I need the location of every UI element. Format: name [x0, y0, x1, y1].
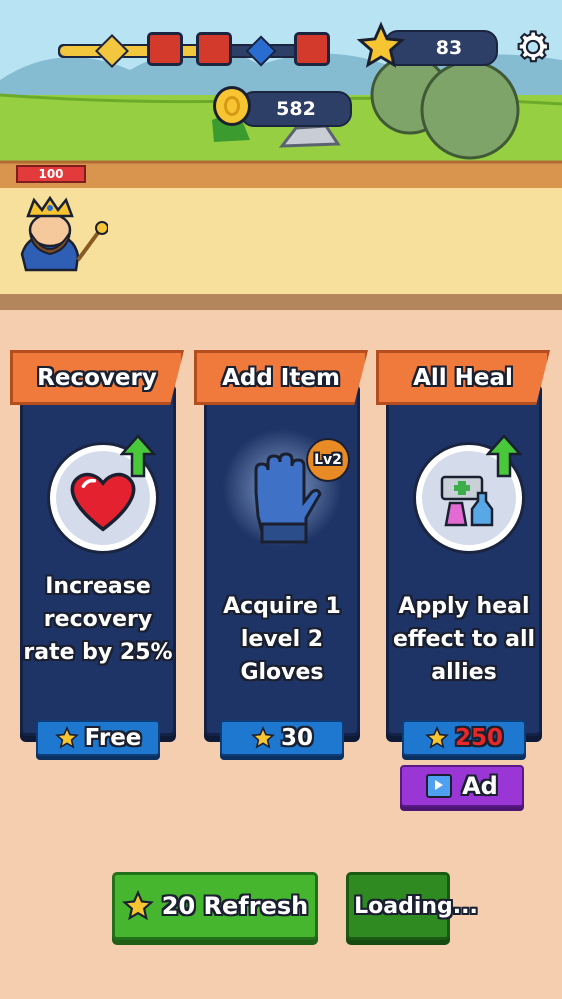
card-title-tab: Recovery — [10, 350, 184, 405]
card-price-button[interactable]: 30 — [220, 720, 344, 756]
refresh-button[interactable]: 20 Refresh — [112, 872, 318, 940]
card-title-tab: All Heal — [376, 350, 550, 405]
star-icon — [356, 21, 406, 68]
settings-button[interactable] — [512, 26, 554, 68]
card-description: Apply heal effect to all allies — [392, 594, 536, 685]
upgrade-card-add-item[interactable]: Add Item Lv2 Acquire 1 level 2 Gloves 30 — [194, 350, 368, 756]
refresh-label: 20 Refresh — [161, 892, 309, 920]
coins-counter: 582 — [240, 91, 352, 127]
level-badge: Lv2 — [306, 438, 350, 482]
coin-icon — [213, 86, 251, 126]
star-icon — [425, 726, 449, 749]
treasure-chest-icon — [294, 32, 330, 66]
upgrade-arrow-icon — [120, 434, 156, 478]
card-price: 30 — [280, 725, 313, 751]
upgrade-card-recovery[interactable]: Recovery Increase recovery rate by 25% F… — [10, 350, 184, 756]
king-icon — [20, 195, 109, 272]
coins-count: 582 — [276, 98, 316, 120]
star-icon — [121, 890, 154, 921]
ad-label: Ad — [462, 772, 498, 800]
king-hero — [18, 194, 109, 278]
hero-health-bar: 100 — [16, 165, 86, 183]
treasure-chest-icon — [147, 32, 183, 66]
upgrade-arrow-icon — [486, 434, 522, 478]
treasure-chest-icon — [196, 32, 232, 66]
card-title: Add Item — [222, 364, 340, 391]
card-price-button[interactable]: Free — [36, 720, 160, 756]
card-price: Free — [84, 725, 142, 751]
star-icon — [251, 726, 275, 749]
loading-label: Loading... — [354, 893, 478, 919]
gear-icon — [517, 30, 550, 63]
card-title: Recovery — [37, 364, 157, 391]
video-icon — [426, 774, 453, 798]
card-price-button[interactable]: 250 — [402, 720, 526, 756]
watch-ad-button[interactable]: Ad — [400, 765, 524, 807]
loading-button[interactable]: Loading... — [346, 872, 478, 940]
stars-count: 83 — [435, 37, 463, 59]
card-title: All Heal — [413, 364, 513, 391]
battle-scene: 83 582 100 — [0, 0, 562, 310]
hero-health-value: 100 — [38, 167, 64, 181]
level-badge-text: Lv2 — [314, 452, 342, 468]
card-price-insufficient: 250 — [454, 725, 503, 751]
card-description: Increase recovery rate by 25% — [23, 574, 173, 665]
card-title-tab: Add Item — [194, 350, 368, 405]
upgrade-card-all-heal[interactable]: All Heal Apply heal effect to all allies… — [376, 350, 550, 756]
star-icon — [54, 726, 79, 749]
card-description: Acquire 1 level 2 Gloves — [223, 594, 341, 685]
stage-progress-fill — [60, 46, 219, 56]
